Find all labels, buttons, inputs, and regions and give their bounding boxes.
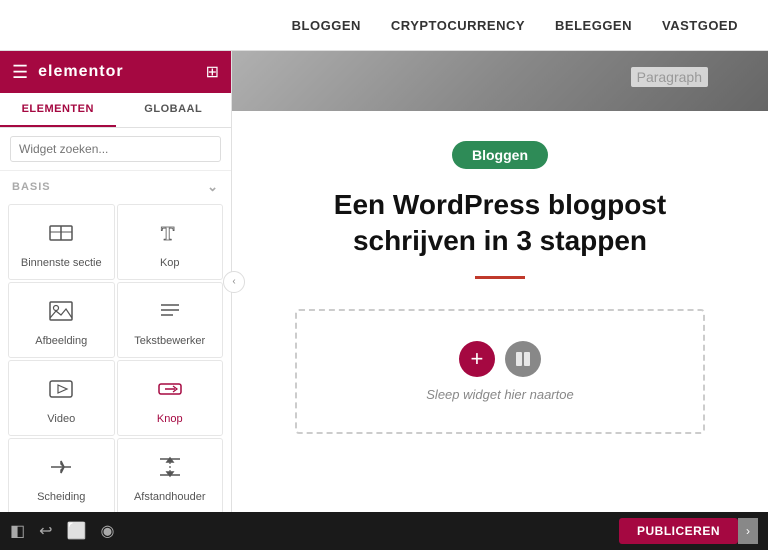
chevron-down-icon[interactable]: ⌄	[207, 179, 219, 195]
drop-zone: + Sleep widget hier naartoe	[295, 309, 705, 434]
tab-globaal[interactable]: GLOBAAL	[116, 93, 232, 127]
undo-icon[interactable]: ↩	[39, 521, 52, 541]
video-icon	[47, 375, 75, 407]
nav-beleggen[interactable]: BELEGGEN	[555, 18, 632, 33]
publish-chevron-icon[interactable]: ›	[738, 518, 758, 544]
layers-icon[interactable]: ◧	[10, 521, 25, 541]
blog-title: Een WordPress blogpostschrijven in 3 sta…	[334, 187, 666, 260]
top-navigation: BLOGGEN CRYPTOCURRENCY BELEGGEN VASTGOED	[0, 0, 768, 51]
widget-scheiding[interactable]: Scheiding	[8, 438, 115, 512]
title-divider	[475, 276, 525, 279]
image-icon	[47, 297, 75, 329]
widget-label-scheiding: Scheiding	[37, 491, 85, 503]
layout-button[interactable]	[505, 341, 541, 377]
widget-label-knop: Knop	[157, 413, 183, 425]
sidebar-search-container	[0, 128, 231, 171]
section-label-basis: BASIS ⌄	[0, 171, 231, 200]
widget-kop[interactable]: T Kop	[117, 204, 224, 280]
drop-zone-label: Sleep widget hier naartoe	[426, 387, 573, 402]
content-main: Bloggen Een WordPress blogpostschrijven …	[232, 111, 768, 512]
svg-text:T: T	[161, 223, 175, 245]
nav-bloggen[interactable]: BLOGGEN	[292, 18, 361, 33]
nav-cryptocurrency[interactable]: CRYPTOCURRENCY	[391, 18, 525, 33]
heading-icon: T	[156, 219, 184, 251]
section-label-text: BASIS	[12, 181, 51, 193]
tab-elementen[interactable]: ELEMENTEN	[0, 93, 116, 127]
widget-afbeelding[interactable]: Afbeelding	[8, 282, 115, 358]
widget-label-afstandhouder: Afstandhouder	[134, 491, 206, 503]
sidebar-header: ☰ elementor ⊞	[0, 51, 231, 93]
content-area: Paragraph Bloggen Een WordPress blogpost…	[232, 51, 768, 512]
widget-video[interactable]: Video	[8, 360, 115, 436]
widget-binnenste-sectie[interactable]: Binnenste sectie	[8, 204, 115, 280]
widget-label-afbeelding: Afbeelding	[35, 335, 87, 347]
text-icon	[156, 297, 184, 329]
responsive-icon[interactable]: ⬜	[67, 521, 87, 541]
add-widget-button[interactable]: +	[459, 341, 495, 377]
hamburger-icon[interactable]: ☰	[12, 62, 28, 83]
button-icon	[156, 375, 184, 407]
widgets-grid: Binnenste sectie T Kop	[0, 200, 231, 512]
sidebar-header-left: ☰ elementor	[12, 62, 124, 83]
sidebar-collapse-arrow[interactable]: ‹	[223, 271, 245, 293]
widget-tekstbewerker[interactable]: Tekstbewerker	[117, 282, 224, 358]
main-layout: ☰ elementor ⊞ ELEMENTEN GLOBAAL BASIS ⌄	[0, 51, 768, 512]
top-image-strip: Paragraph	[232, 51, 768, 111]
publish-button[interactable]: PUBLICEREN	[619, 518, 738, 544]
widget-knop[interactable]: Knop	[117, 360, 224, 436]
bottom-bar-left: ◧ ↩ ⬜ ◉	[10, 521, 114, 541]
publish-area: PUBLICEREN ›	[619, 518, 758, 544]
bottom-bar: ◧ ↩ ⬜ ◉ PUBLICEREN ›	[0, 512, 768, 550]
sidebar: ☰ elementor ⊞ ELEMENTEN GLOBAAL BASIS ⌄	[0, 51, 232, 512]
search-input[interactable]	[10, 136, 221, 162]
elementor-logo-text: elementor	[38, 63, 123, 81]
section-icon	[47, 219, 75, 251]
grid-icon[interactable]: ⊞	[206, 62, 219, 82]
drop-zone-buttons: +	[459, 341, 541, 377]
sidebar-wrapper: ☰ elementor ⊞ ELEMENTEN GLOBAAL BASIS ⌄	[0, 51, 232, 512]
paragraph-label: Paragraph	[631, 67, 708, 87]
widget-label-video: Video	[47, 413, 75, 425]
sidebar-tabs: ELEMENTEN GLOBAAL	[0, 93, 231, 128]
blog-badge[interactable]: Bloggen	[452, 141, 548, 169]
eye-icon[interactable]: ◉	[100, 521, 114, 541]
widget-afstandhouder[interactable]: Afstandhouder	[117, 438, 224, 512]
widget-label-binnenste-sectie: Binnenste sectie	[21, 257, 102, 269]
widget-label-kop: Kop	[160, 257, 180, 269]
widget-label-tekstbewerker: Tekstbewerker	[134, 335, 205, 347]
spacer-icon	[156, 453, 184, 485]
divider-icon	[47, 453, 75, 485]
nav-vastgoed[interactable]: VASTGOED	[662, 18, 738, 33]
